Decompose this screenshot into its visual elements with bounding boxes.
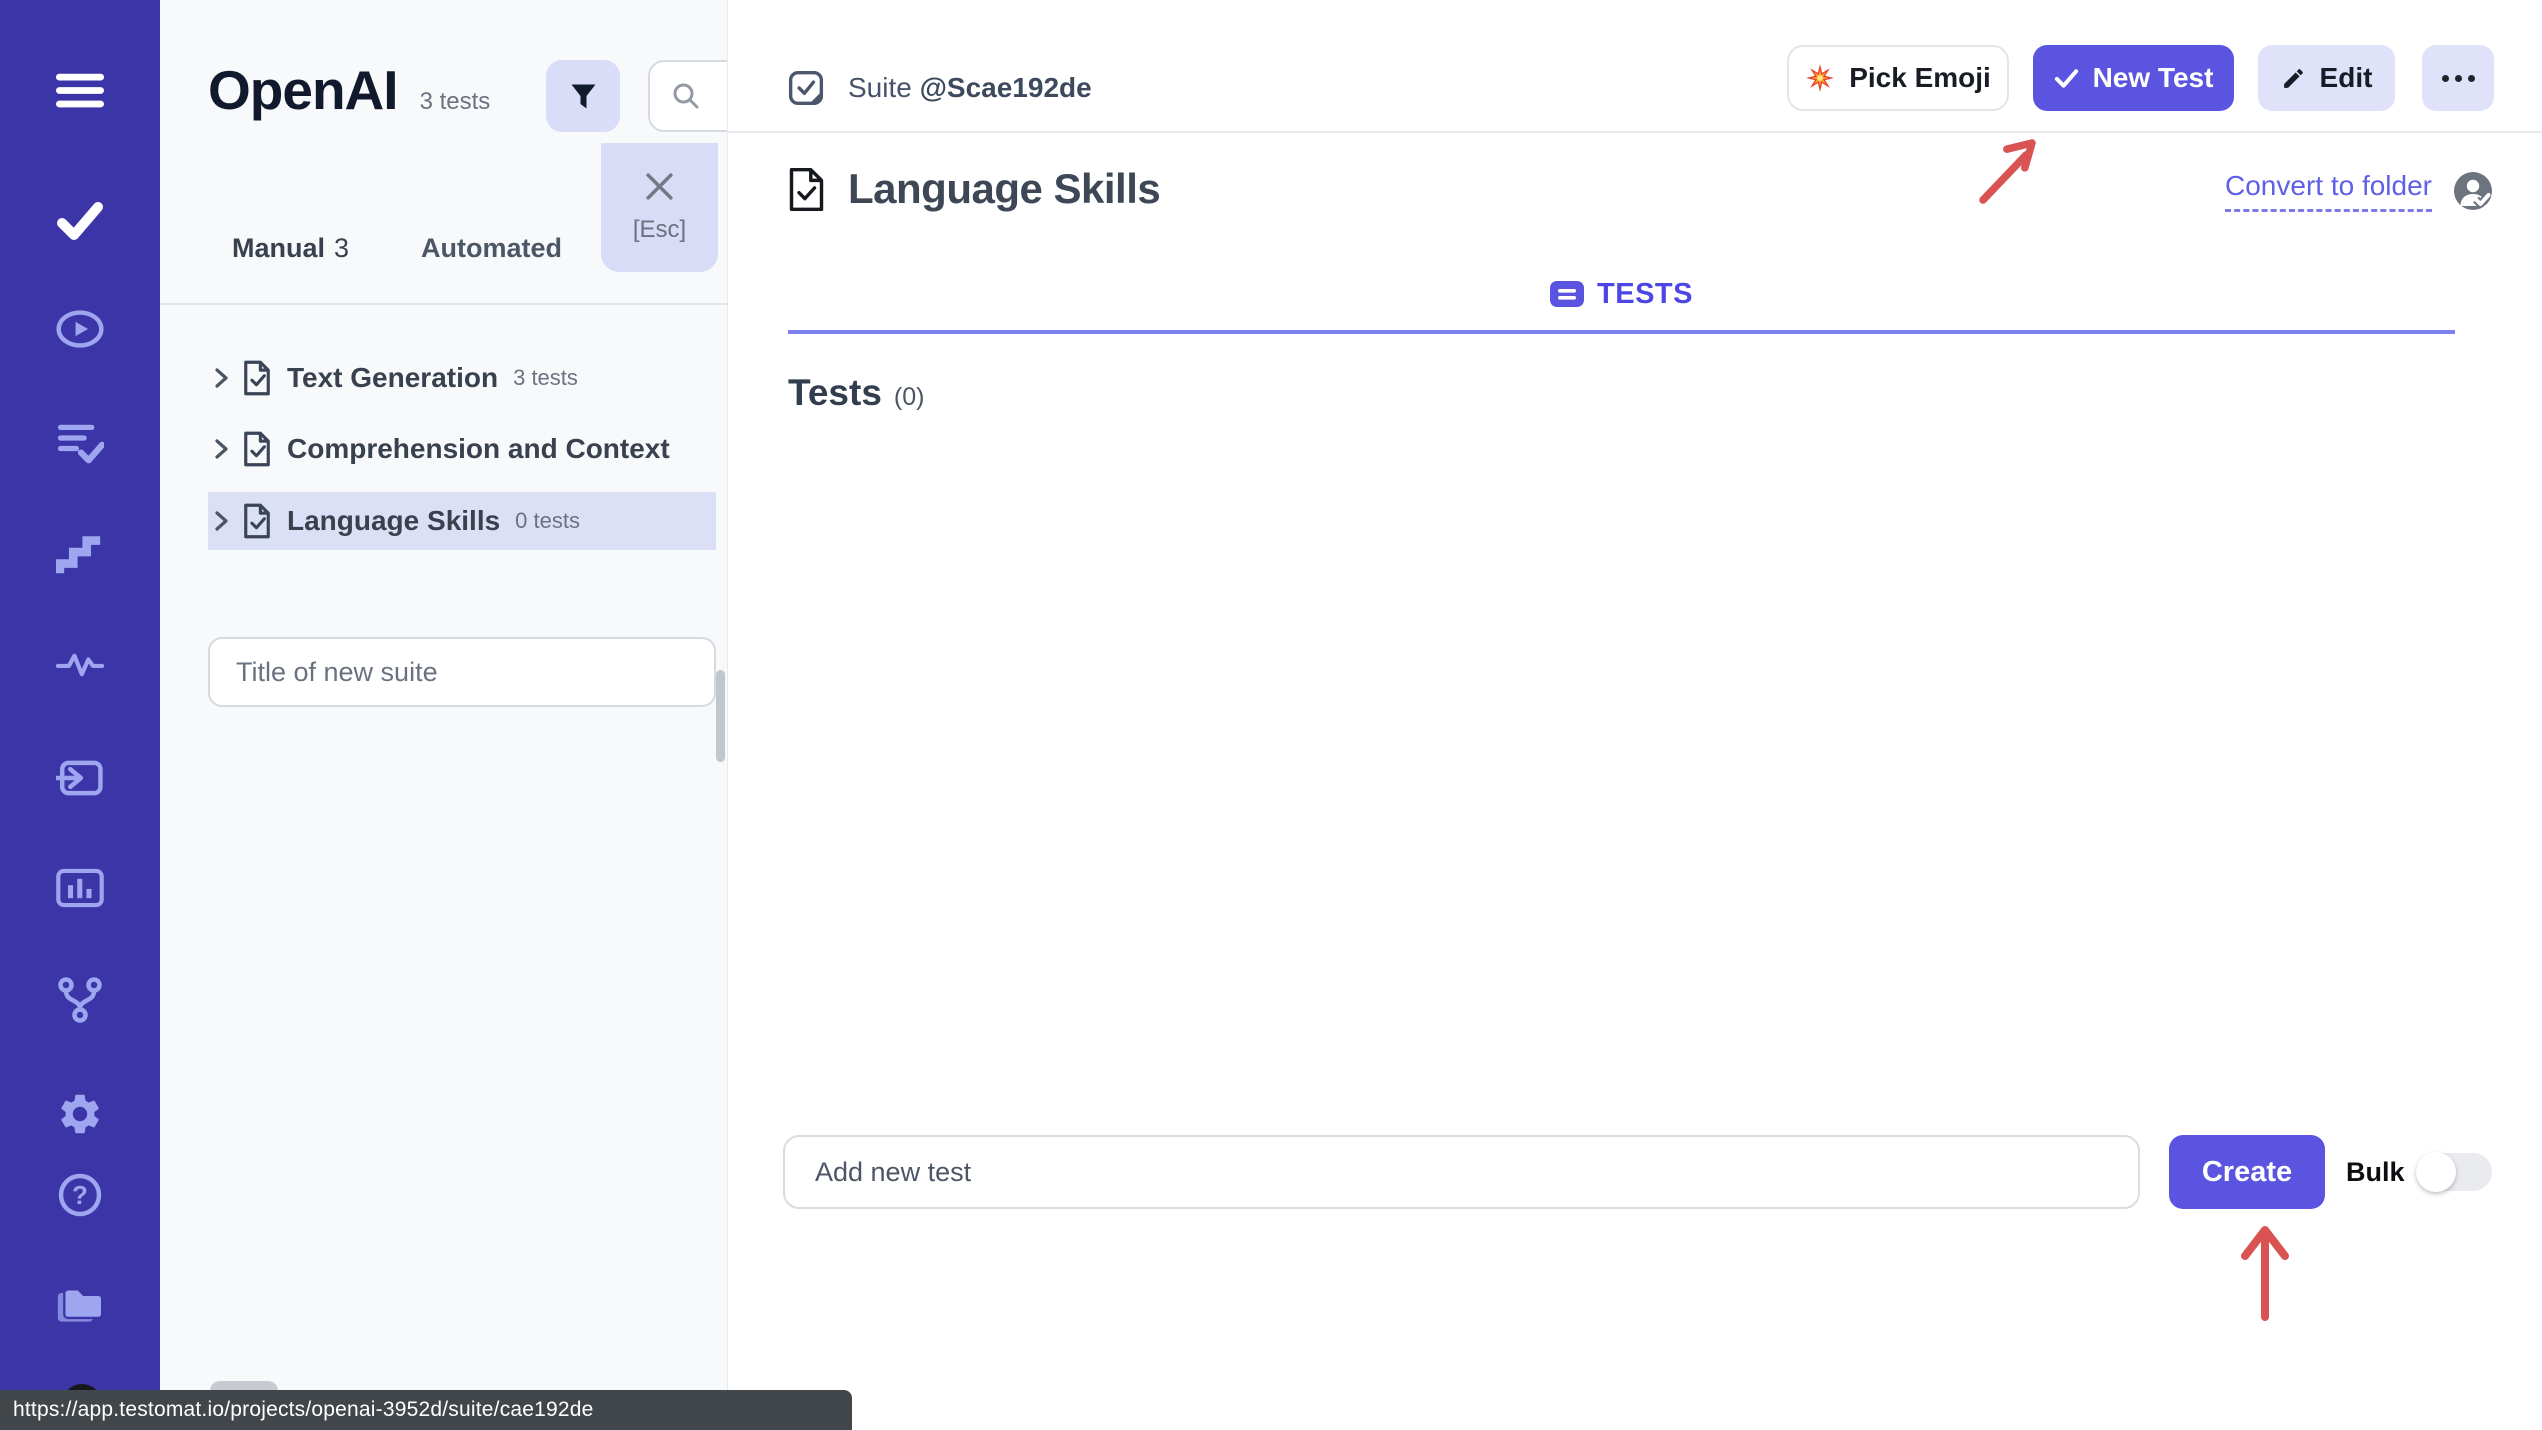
suite-label: Comprehension and Context bbox=[287, 433, 670, 464]
results-list-icon[interactable] bbox=[56, 419, 104, 467]
project-header: OpenAI 3 tests bbox=[208, 58, 490, 122]
suite-count: 0 tests bbox=[515, 508, 580, 533]
suite-label: Suite bbox=[848, 72, 912, 103]
document-check-icon bbox=[788, 167, 825, 212]
filter-close-popover: [Esc] bbox=[601, 143, 718, 272]
filter-button[interactable] bbox=[546, 60, 620, 132]
chevron-right-icon[interactable] bbox=[213, 365, 233, 391]
convert-to-folder-link[interactable]: Convert to folder bbox=[2225, 170, 2432, 212]
app-sidebar: ? bbox=[0, 0, 160, 1430]
status-url-bar: https://app.testomat.io/projects/openai-… bbox=[0, 1390, 852, 1430]
suite-row-language-skills[interactable]: Language Skills 0 tests bbox=[208, 492, 716, 550]
create-button[interactable]: Create bbox=[2169, 1135, 2325, 1209]
project-title: OpenAI bbox=[208, 59, 399, 121]
ellipsis-icon bbox=[2441, 74, 2475, 82]
edit-button[interactable]: Edit bbox=[2258, 45, 2395, 111]
tab-manual[interactable]: Manual 3 bbox=[232, 233, 349, 264]
suite-doc-icon bbox=[242, 360, 272, 396]
analytics-icon[interactable] bbox=[56, 864, 104, 912]
suite-row-comprehension[interactable]: Comprehension and Context bbox=[208, 420, 716, 478]
new-suite-title-input[interactable] bbox=[208, 637, 716, 707]
more-options-button[interactable] bbox=[2422, 45, 2494, 111]
runs-play-icon[interactable] bbox=[56, 305, 104, 353]
page-heading: Language Skills bbox=[788, 165, 1161, 213]
suite-id: @Scae192de bbox=[919, 72, 1092, 103]
files-folder-icon[interactable] bbox=[56, 1281, 104, 1329]
header-divider bbox=[728, 131, 2542, 133]
steps-icon[interactable] bbox=[56, 530, 104, 578]
tab-automated[interactable]: Automated bbox=[421, 233, 562, 264]
search-input[interactable] bbox=[648, 60, 727, 132]
close-icon[interactable] bbox=[644, 171, 675, 202]
page-title: Language Skills bbox=[848, 165, 1161, 212]
svg-text:?: ? bbox=[72, 1180, 88, 1210]
new-test-button[interactable]: New Test bbox=[2033, 45, 2234, 111]
pick-emoji-button[interactable]: Pick Emoji bbox=[1787, 45, 2009, 111]
suite-breadcrumb: Suite @Scae192de bbox=[788, 70, 1092, 106]
help-icon[interactable]: ? bbox=[56, 1171, 104, 1219]
pulse-icon[interactable] bbox=[56, 641, 104, 689]
tabs-divider bbox=[160, 303, 727, 305]
annotation-arrow-new-test bbox=[1979, 139, 2036, 204]
toggle-knob bbox=[2416, 1152, 2456, 1192]
suite-count: 3 tests bbox=[513, 365, 578, 390]
panel-scrollbar[interactable] bbox=[716, 670, 725, 762]
tests-tabbar: TESTS bbox=[788, 278, 2455, 311]
convert-row: Convert to folder bbox=[2225, 170, 2492, 212]
chevron-right-icon[interactable] bbox=[213, 508, 233, 534]
card-lines-icon bbox=[1550, 281, 1585, 308]
suite-doc-icon bbox=[242, 431, 272, 467]
search-icon bbox=[672, 82, 700, 110]
annotation-arrow-create bbox=[2241, 1226, 2289, 1321]
suite-row-text-generation[interactable]: Text Generation 3 tests bbox=[208, 349, 716, 407]
pencil-icon bbox=[2281, 66, 2306, 91]
active-tab-underline bbox=[788, 330, 2455, 334]
filter-funnel-icon bbox=[570, 83, 597, 110]
suite-label: Text Generation bbox=[287, 362, 499, 393]
settings-gear-icon[interactable] bbox=[56, 1090, 104, 1138]
import-icon[interactable] bbox=[56, 754, 104, 802]
check-icon bbox=[2054, 68, 2079, 88]
menu-icon[interactable] bbox=[56, 67, 104, 115]
suite-label: Language Skills bbox=[287, 505, 501, 536]
status-url: https://app.testomat.io/projects/openai-… bbox=[13, 1398, 594, 1421]
user-check-avatar-icon[interactable] bbox=[2454, 172, 2492, 210]
suite-doc-icon bbox=[242, 503, 272, 539]
branch-icon[interactable] bbox=[56, 976, 104, 1024]
esc-hint: [Esc] bbox=[632, 216, 687, 243]
tests-icon[interactable] bbox=[56, 195, 104, 243]
add-new-test-input[interactable] bbox=[783, 1135, 2140, 1209]
bulk-label: Bulk bbox=[2346, 1157, 2405, 1187]
project-tests-count: 3 tests bbox=[419, 88, 491, 115]
tab-tests[interactable]: TESTS bbox=[1550, 278, 1693, 311]
suite-check-badge-icon bbox=[788, 70, 824, 106]
bulk-toggle[interactable] bbox=[2416, 1152, 2492, 1192]
main-content: Suite @Scae192de Pick Emoji New Test Edi… bbox=[728, 0, 2542, 1430]
chevron-right-icon[interactable] bbox=[213, 436, 233, 462]
collision-emoji-icon bbox=[1805, 63, 1835, 93]
project-panel: OpenAI 3 tests [Esc] Manual 3 Automated T… bbox=[160, 0, 728, 1430]
tests-section-heading: Tests (0) bbox=[788, 372, 925, 413]
